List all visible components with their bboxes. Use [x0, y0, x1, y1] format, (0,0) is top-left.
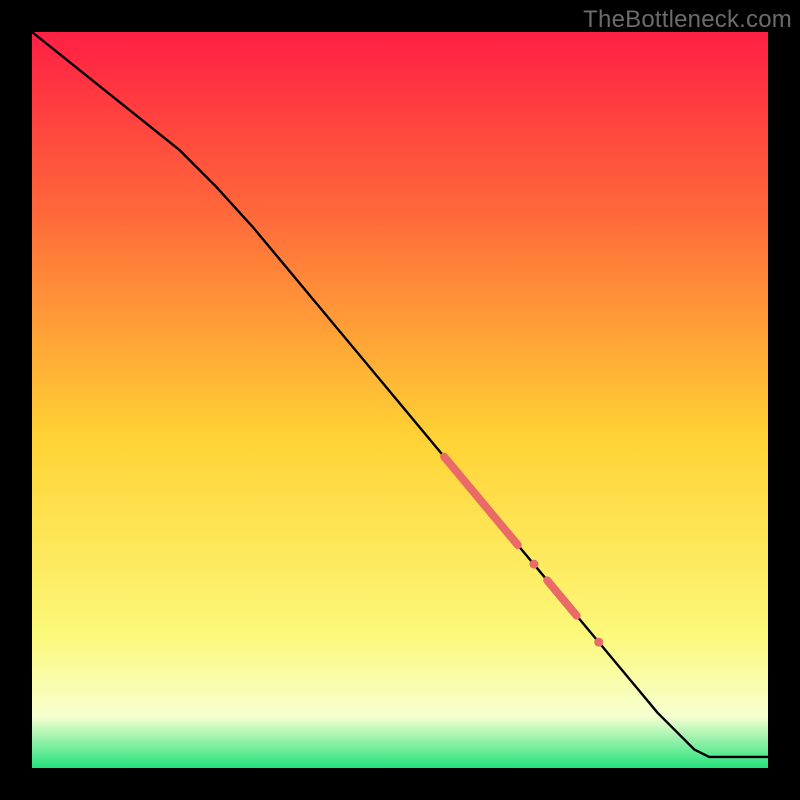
chart-svg — [32, 32, 768, 768]
highlight-dot — [594, 638, 603, 647]
gradient-background — [32, 32, 768, 768]
highlight-dot — [529, 560, 538, 569]
chart-stage: TheBottleneck.com — [0, 0, 800, 800]
plot-area — [32, 32, 768, 768]
watermark-text: TheBottleneck.com — [583, 6, 792, 34]
